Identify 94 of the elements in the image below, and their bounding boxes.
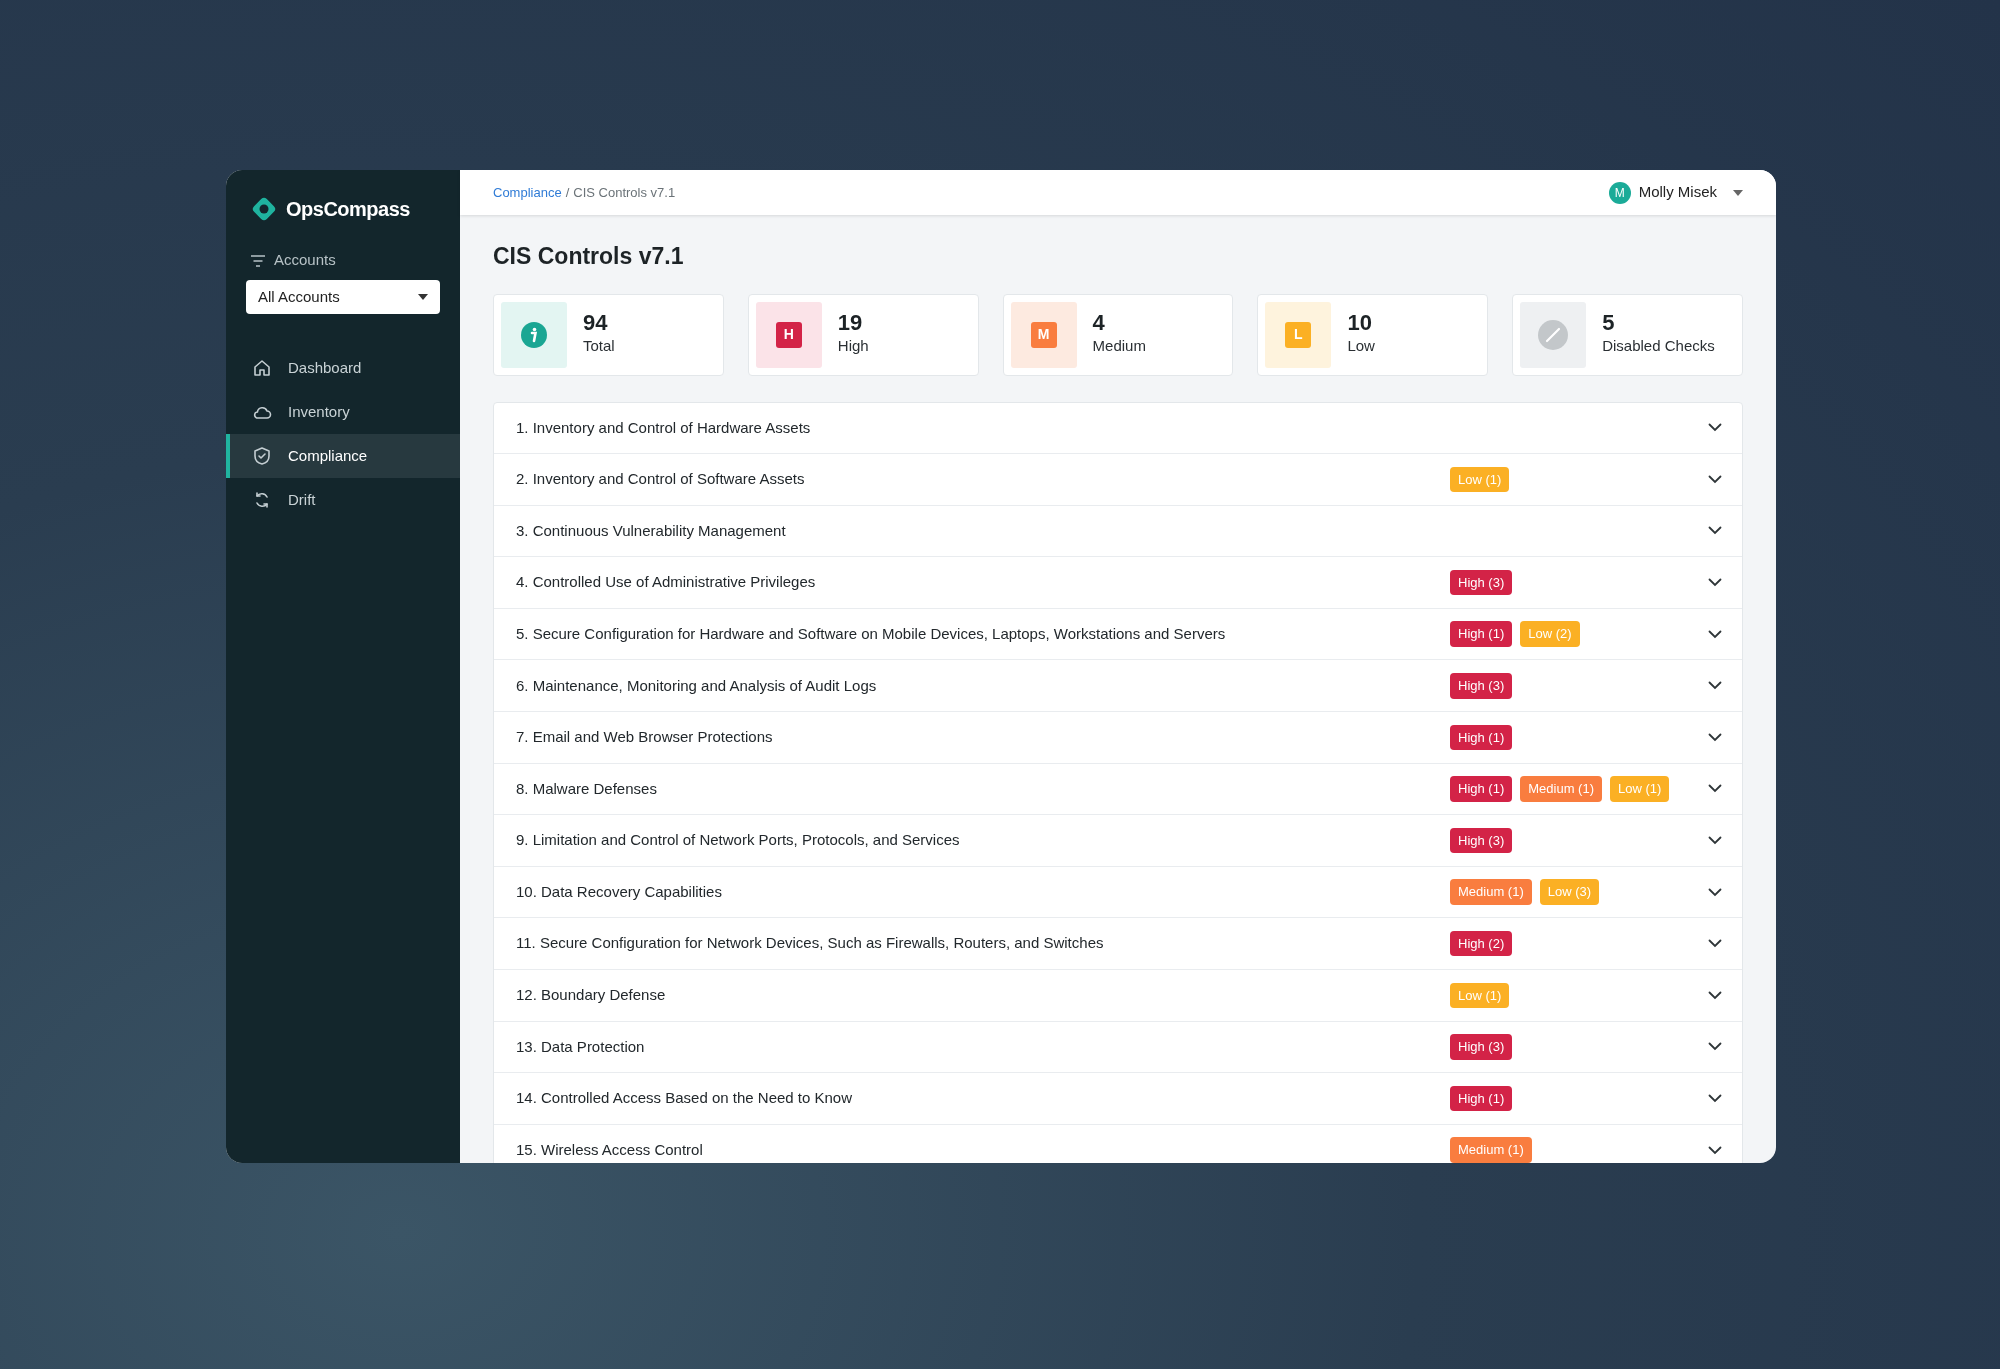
control-row[interactable]: 15. Wireless Access Control Medium (1) (494, 1124, 1742, 1163)
control-title: 14. Controlled Access Based on the Need to Know (516, 1088, 854, 1109)
control-row[interactable]: 6. Maintenance, Monitoring and Analysis of Audit Logs High (3) (494, 660, 1742, 713)
chevron-down-icon[interactable] (1708, 1145, 1722, 1155)
control-row[interactable]: 14. Controlled Access Based on the Need to Know High (1) (494, 1073, 1742, 1125)
severity-tag: High (3) (1450, 827, 1513, 854)
control-row[interactable]: 8. Malware Defenses High (1) Medium (1) Low (1) (494, 763, 1742, 816)
control-row[interactable]: 5. Secure Configuration for Hardware and Software on Mobile Devices, Laptops, Workstations and Servers High (1) Low (2) (494, 608, 1742, 661)
disabled-icon (1538, 319, 1569, 350)
severity-tag: Medium (1) (1520, 776, 1602, 802)
control-title: 6. Maintenance, Monitoring and Analysis of Audit Logs (516, 675, 878, 696)
severity-tag: Low (2) (1520, 621, 1580, 647)
caret-icon (418, 294, 428, 300)
severity-tag: High (3) (1450, 1034, 1513, 1060)
stat-label: Disabled Checks (1602, 336, 1715, 357)
nav-item[interactable]: Compliance (226, 434, 460, 478)
severity-letter: H (775, 321, 802, 348)
control-title: 4. Controlled Use of Administrative Privileges (516, 572, 817, 593)
control-title: 2. Inventory and Control of Software Assets (516, 469, 806, 490)
control-title: 12. Boundary Defense (516, 985, 667, 1006)
chevron-down-icon[interactable] (1708, 887, 1722, 897)
chevron-down-icon[interactable] (1708, 1094, 1722, 1103)
breadcrumb-link[interactable]: Compliance (493, 182, 562, 203)
page-title: CIS Controls v7.1 (493, 242, 685, 271)
severity-tag: Low (1) (1450, 466, 1510, 493)
chevron-down-icon[interactable] (1708, 939, 1722, 949)
chevron-down-icon[interactable] (1708, 681, 1722, 691)
severity-tag: Low (1) (1450, 982, 1510, 1009)
control-row[interactable]: 4. Controlled Use of Administrative Privileges High (3) (494, 557, 1742, 609)
stat-value: 4 (1092, 311, 1106, 336)
severity-tag: Medium (1) (1450, 1137, 1532, 1163)
stat-label: Medium (1092, 336, 1146, 357)
chevron-down-icon[interactable] (1708, 423, 1722, 433)
stat-value: 10 (1347, 311, 1373, 336)
control-title: 11. Secure Configuration for Network Devices, Such as Firewalls, Routers, and Switches (516, 933, 1105, 954)
severity-tag: High (2) (1450, 931, 1513, 957)
user-menu[interactable]: Molly Misek (1638, 181, 1743, 204)
severity-tag: High (3) (1450, 673, 1513, 699)
control-row[interactable]: 11. Secure Configuration for Network Devices, Such as Firewalls, Routers, and Switches High (2) (494, 918, 1742, 971)
control-row[interactable]: 12. Boundary Defense Low (1) (494, 970, 1742, 1022)
stat-value: 5 (1602, 311, 1616, 336)
brand-name: OpsCompass (286, 197, 410, 222)
severity-tag: Medium (1) (1450, 879, 1532, 905)
stat-value: 19 (837, 311, 864, 336)
control-title: 13. Data Protection (516, 1036, 646, 1057)
chevron-down-icon[interactable] (1708, 836, 1722, 846)
control-row[interactable]: 9. Limitation and Control of Network Ports, Protocols, and Services High (3) (494, 815, 1742, 867)
control-title: 10. Data Recovery Capabilities (516, 881, 723, 902)
severity-tag: High (1) (1450, 1085, 1513, 1112)
chevron-down-icon[interactable] (1708, 629, 1722, 639)
chevron-down-icon[interactable] (1708, 578, 1722, 588)
severity-tag: Low (1) (1610, 776, 1670, 802)
control-row[interactable]: 13. Data Protection High (3) (494, 1021, 1742, 1074)
chevron-down-icon[interactable] (1708, 526, 1722, 536)
severity-tag: High (3) (1450, 569, 1513, 596)
breadcrumb-separator: / (565, 183, 570, 202)
control-row[interactable]: 2. Inventory and Control of Software Assets Low (1) (494, 454, 1742, 506)
house-icon (252, 358, 272, 378)
filter-label: Accounts (274, 249, 336, 270)
control-title: 3. Continuous Vulnerability Management (516, 520, 787, 541)
stat-label: Total (583, 336, 615, 357)
control-row[interactable]: 3. Continuous Vulnerability Management (494, 505, 1742, 558)
control-title: 8. Malware Defenses (516, 778, 658, 799)
control-row[interactable]: 7. Email and Web Browser Protections High (1) (494, 712, 1742, 764)
control-title: 5. Secure Configuration for Hardware and Software on Mobile Devices, Laptops, Workstations and Servers (516, 623, 1227, 644)
user-avatar: M (1608, 181, 1631, 204)
nav-item[interactable]: Dashboard (226, 346, 460, 390)
chevron-down-icon[interactable] (1708, 732, 1722, 742)
shield-check-icon (252, 446, 272, 466)
control-title: 7. Email and Web Browser Protections (516, 727, 774, 748)
severity-tag: High (1) (1450, 621, 1513, 647)
control-title: 1. Inventory and Control of Hardware Assets (516, 417, 812, 438)
severity-tag: High (1) (1450, 776, 1513, 802)
nav-item[interactable]: Drift (226, 478, 460, 522)
nav-item[interactable]: Inventory (226, 390, 460, 434)
severity-tag: Low (3) (1539, 879, 1600, 905)
chevron-down-icon[interactable] (1708, 1042, 1722, 1052)
stat-label: Low (1347, 336, 1375, 357)
control-title: 15. Wireless Access Control (516, 1139, 704, 1160)
severity-letter: L (1285, 321, 1312, 348)
breadcrumb-current: CIS Controls v7.1 (573, 183, 676, 202)
control-row[interactable]: 10. Data Recovery Capabilities Medium (1) Low (3) (494, 866, 1742, 919)
severity-letter: M (1030, 321, 1057, 348)
info-icon (521, 321, 547, 348)
stat-label: High (837, 336, 869, 357)
control-row[interactable]: 1. Inventory and Control of Hardware Assets (494, 402, 1742, 455)
control-title: 9. Limitation and Control of Network Ports, Protocols, and Services (516, 830, 961, 851)
chevron-down-icon[interactable] (1708, 784, 1722, 794)
severity-tag: High (1) (1450, 724, 1513, 751)
account-select[interactable]: All Accounts (246, 280, 440, 314)
chevron-down-icon[interactable] (1708, 990, 1722, 1000)
caret-icon (1733, 189, 1743, 196)
chevron-down-icon[interactable] (1708, 474, 1722, 484)
stat-value: 94 (583, 311, 609, 336)
